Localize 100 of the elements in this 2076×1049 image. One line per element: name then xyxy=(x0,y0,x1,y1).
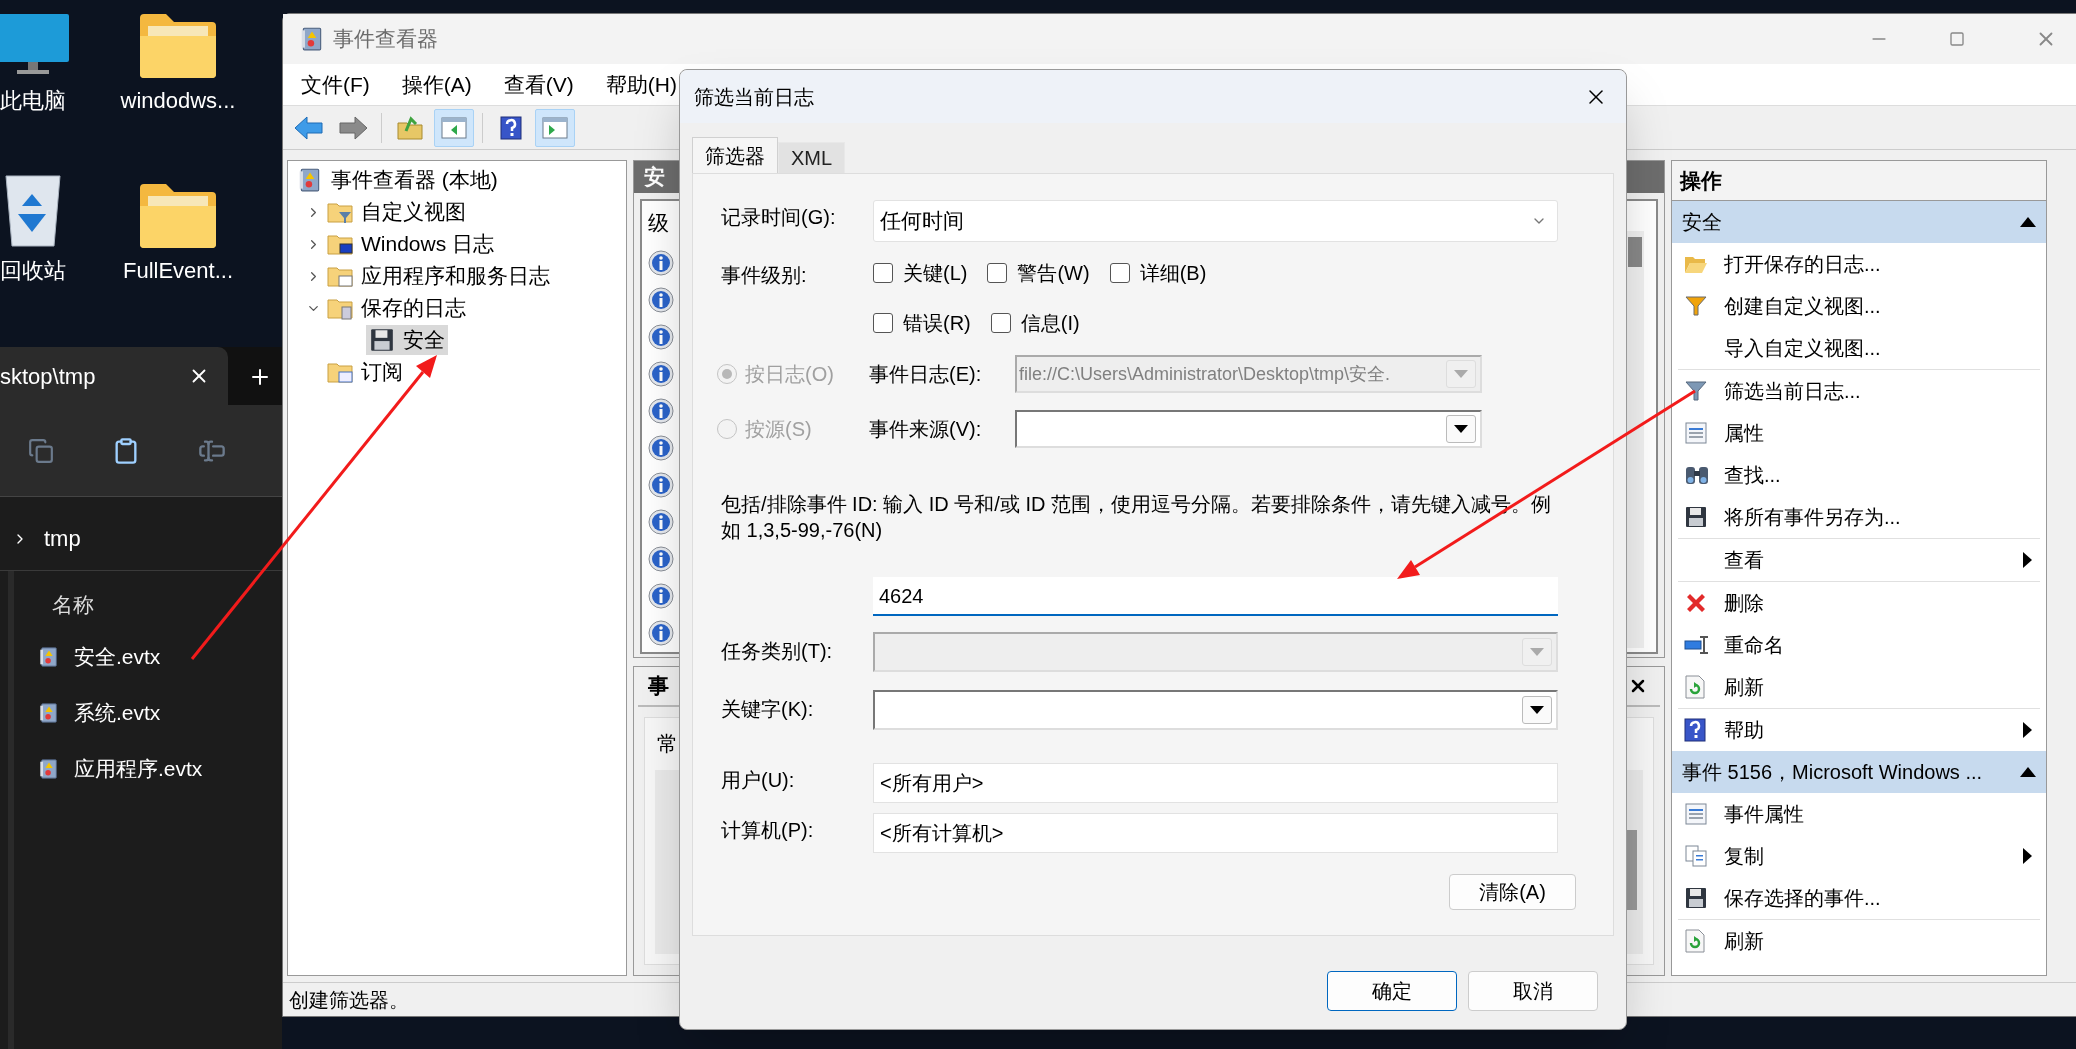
pane-title: 操作 xyxy=(1672,161,2046,201)
tab-title: sktop\tmp xyxy=(0,362,96,391)
submenu-arrow-icon xyxy=(2023,848,2032,864)
action-item[interactable]: 将所有事件另存为... xyxy=(1678,496,2040,538)
section-header[interactable]: 事件 5156，Microsoft Windows ... xyxy=(1672,751,2046,793)
field-label: 计算机(P): xyxy=(721,818,815,843)
action-item[interactable]: 复制 xyxy=(1678,835,2040,877)
folder-icon xyxy=(327,296,353,320)
pane-toggle-icon xyxy=(541,114,569,141)
funnel-icon xyxy=(1684,294,1708,318)
pane-header: 安 xyxy=(644,164,665,190)
desktop-icon-label[interactable]: 此电脑 xyxy=(0,84,66,117)
caret-down-icon xyxy=(1454,370,1468,378)
folder-icon xyxy=(138,12,218,78)
menu-item[interactable]: 文件(F) xyxy=(289,68,382,101)
tree-item[interactable]: 事件查看器 (本地) xyxy=(294,165,501,195)
copy-icon[interactable] xyxy=(28,437,54,464)
log-file-icon xyxy=(38,702,60,724)
refresh-icon xyxy=(1684,929,1706,953)
collapse-triangle-icon[interactable] xyxy=(2020,217,2036,227)
pane-toggle-icon xyxy=(440,114,468,141)
menu-item[interactable]: 帮助(H) xyxy=(593,68,689,101)
info-icon xyxy=(648,620,674,646)
refresh-icon xyxy=(1684,675,1706,699)
submenu-arrow-icon xyxy=(2023,722,2032,738)
section-header[interactable]: 安全 xyxy=(1672,201,2046,243)
info-icon xyxy=(648,472,674,498)
tree-item[interactable]: 自定义视图 xyxy=(324,197,469,227)
action-item[interactable]: 重命名 xyxy=(1678,624,2040,666)
checkbox[interactable] xyxy=(873,313,893,333)
collapse-triangle-icon[interactable] xyxy=(2020,767,2036,777)
info-icon xyxy=(648,583,674,609)
folder-icon xyxy=(327,360,353,384)
file-name[interactable]: 安全.evtx xyxy=(74,641,161,673)
dropdown-button[interactable] xyxy=(1522,696,1552,724)
tree-item[interactable]: 保存的日志 xyxy=(324,293,469,323)
checkbox-label: 详细(B) xyxy=(1139,261,1207,286)
help-icon xyxy=(500,115,522,140)
action-item[interactable]: 属性 xyxy=(1678,412,2040,454)
tab[interactable]: XML xyxy=(778,142,846,173)
action-item[interactable]: 刷新 xyxy=(1678,920,2040,962)
desktop-icon-label[interactable]: windodws... xyxy=(120,84,236,117)
column-header[interactable]: 名称 xyxy=(52,589,203,629)
dialog-button[interactable]: 确定 xyxy=(1327,971,1457,1011)
computer-field[interactable]: <所有计算机> xyxy=(873,813,1558,853)
breadcrumb[interactable]: tmp xyxy=(44,522,81,555)
tree-item[interactable]: 应用程序和服务日志 xyxy=(324,261,553,291)
user-field[interactable]: <所有用户> xyxy=(873,763,1558,803)
checkbox[interactable] xyxy=(990,313,1011,333)
keywords-dropdown[interactable] xyxy=(873,690,1558,730)
checkbox[interactable] xyxy=(1109,263,1130,283)
time-dropdown[interactable]: 任何时间 xyxy=(873,200,1558,242)
folder-up-icon xyxy=(396,114,424,141)
log-file-icon xyxy=(38,758,60,780)
action-item[interactable]: 保存选择的事件... xyxy=(1678,877,2040,919)
action-item[interactable]: 查找... xyxy=(1678,454,2040,496)
field-label: 事件级别: xyxy=(721,263,808,288)
action-item[interactable]: 刷新 xyxy=(1678,666,2040,708)
action-item[interactable]: 筛选当前日志... xyxy=(1678,370,2040,412)
tree-item[interactable]: 订阅 xyxy=(324,357,406,387)
checkbox-label: 关键(L) xyxy=(903,261,968,286)
tree-item[interactable]: 安全 xyxy=(366,325,448,355)
checkbox[interactable] xyxy=(987,263,1008,283)
tab[interactable]: 筛选器 xyxy=(692,137,778,173)
info-icon xyxy=(648,546,674,572)
action-item[interactable]: 创建自定义视图... xyxy=(1678,285,2040,327)
explorer-tab[interactable]: sktop\tmp xyxy=(0,347,228,405)
field-label: 记录时间(G): xyxy=(721,205,837,230)
menu-item[interactable]: 操作(A) xyxy=(389,68,484,101)
checkbox-label: 错误(R) xyxy=(903,311,971,336)
clear-button[interactable]: 清除(A) xyxy=(1449,874,1576,910)
caret-down-icon xyxy=(1530,706,1544,714)
action-item[interactable]: 打开保存的日志... xyxy=(1678,243,2040,285)
menu-item[interactable]: 查看(V) xyxy=(491,68,586,101)
rename-icon xyxy=(1684,633,1710,657)
checkbox[interactable] xyxy=(873,263,893,283)
desktop-icon-label[interactable]: FullEvent... xyxy=(122,254,233,287)
dialog-button[interactable]: 取消 xyxy=(1468,971,1598,1011)
desktop-icon-label[interactable]: 回收站 xyxy=(0,254,66,287)
checkbox-label: 信息(I) xyxy=(1020,311,1080,336)
event-id-field[interactable]: 4624 xyxy=(873,577,1558,616)
file-name[interactable]: 系统.evtx xyxy=(74,697,161,729)
status-text: 创建筛选器。 xyxy=(289,987,409,1013)
info-icon xyxy=(648,250,674,276)
tree-item[interactable]: Windows 日志 xyxy=(324,229,498,259)
checkbox-label: 警告(W) xyxy=(1017,261,1090,286)
field-label: 关键字(K): xyxy=(721,697,815,722)
info-icon xyxy=(648,324,674,350)
action-item[interactable]: 删除 xyxy=(1678,582,2040,624)
action-item[interactable]: 查看 xyxy=(1678,539,2040,581)
action-item[interactable]: 导入自定义视图... xyxy=(1678,327,2040,369)
caret-down-icon xyxy=(1530,648,1544,656)
action-item[interactable]: 事件属性 xyxy=(1678,793,2040,835)
field-label: 用户(U): xyxy=(721,768,796,793)
action-item[interactable]: 帮助 xyxy=(1678,709,2040,751)
folder-icon xyxy=(327,232,353,256)
radio-label: 按日志(O) xyxy=(745,362,834,387)
pane-header: 事 xyxy=(648,673,669,700)
file-name[interactable]: 应用程序.evtx xyxy=(74,753,203,785)
info-icon xyxy=(648,509,674,535)
